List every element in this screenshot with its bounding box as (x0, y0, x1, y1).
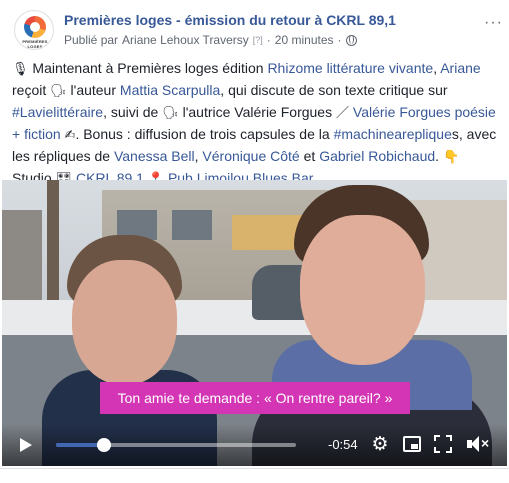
gear-icon[interactable]: ⚙ (370, 434, 390, 454)
globe-icon[interactable] (345, 34, 357, 46)
writing-hand-icon: ✍ (64, 128, 76, 143)
speaking-head-icon: 🗣 (50, 84, 67, 99)
link-vanessa-bell[interactable]: Vanessa Bell (114, 148, 195, 164)
page-avatar[interactable]: PREMIÈRES LOGES (14, 10, 54, 50)
post-header: PREMIÈRES LOGES Premières loges - émissi… (10, 6, 505, 52)
avatar-logo-text: PREMIÈRES LOGES (22, 39, 48, 49)
link-veronique-cote[interactable]: Véronique Côté (202, 148, 299, 164)
video-caption: Ton amie te demande : « On rentre pareil… (100, 382, 410, 414)
link-gabriel-robichaud[interactable]: Gabriel Robichaud (319, 148, 435, 164)
microphone-icon: 🎙 (12, 62, 29, 77)
video-controls: -0:54 ⚙ × (2, 424, 507, 466)
post-timestamp[interactable]: 20 minutes (275, 33, 334, 47)
post-body: 🎙 Maintenant à Premières loges édition R… (12, 60, 497, 187)
time-remaining: -0:54 (328, 437, 358, 452)
published-prefix: Publié par (64, 33, 119, 47)
more-options-icon[interactable]: ··· (484, 14, 503, 32)
picture-in-picture-icon[interactable] (403, 436, 421, 452)
mute-icon[interactable]: × (467, 435, 493, 453)
slash-icon: ／ (335, 106, 349, 121)
divider (0, 468, 509, 469)
link-mattia-scarpulla[interactable]: Mattia Scarpulla (120, 82, 220, 98)
link-rhizome[interactable]: Rhizome littérature vivante (267, 60, 433, 76)
author-link[interactable]: Ariane Lehoux Traversy (122, 33, 249, 47)
pointing-hand-icon: 👇 (442, 150, 460, 165)
link-ariane[interactable]: Ariane (440, 60, 480, 76)
author-tag[interactable]: [?] (253, 35, 263, 45)
fullscreen-icon[interactable] (434, 435, 452, 453)
page-name-link[interactable]: Premières loges - émission du retour à C… (64, 12, 396, 28)
meta-separator: · (266, 33, 271, 47)
hashtag-machineareplique[interactable]: #machineareplique (334, 126, 452, 142)
play-icon[interactable] (20, 438, 32, 452)
post-meta: Publié par Ariane Lehoux Traversy [?] · … (64, 33, 357, 47)
meta-separator-2: · (337, 33, 342, 47)
progress-thumb[interactable] (97, 438, 111, 452)
speaking-head-icon: 🗣 (162, 106, 179, 121)
video-player[interactable]: Ton amie te demande : « On rentre pareil… (2, 180, 507, 466)
hashtag-lavielitteraire[interactable]: #Lavielittéraire (12, 104, 103, 120)
progress-bar[interactable] (56, 438, 296, 452)
